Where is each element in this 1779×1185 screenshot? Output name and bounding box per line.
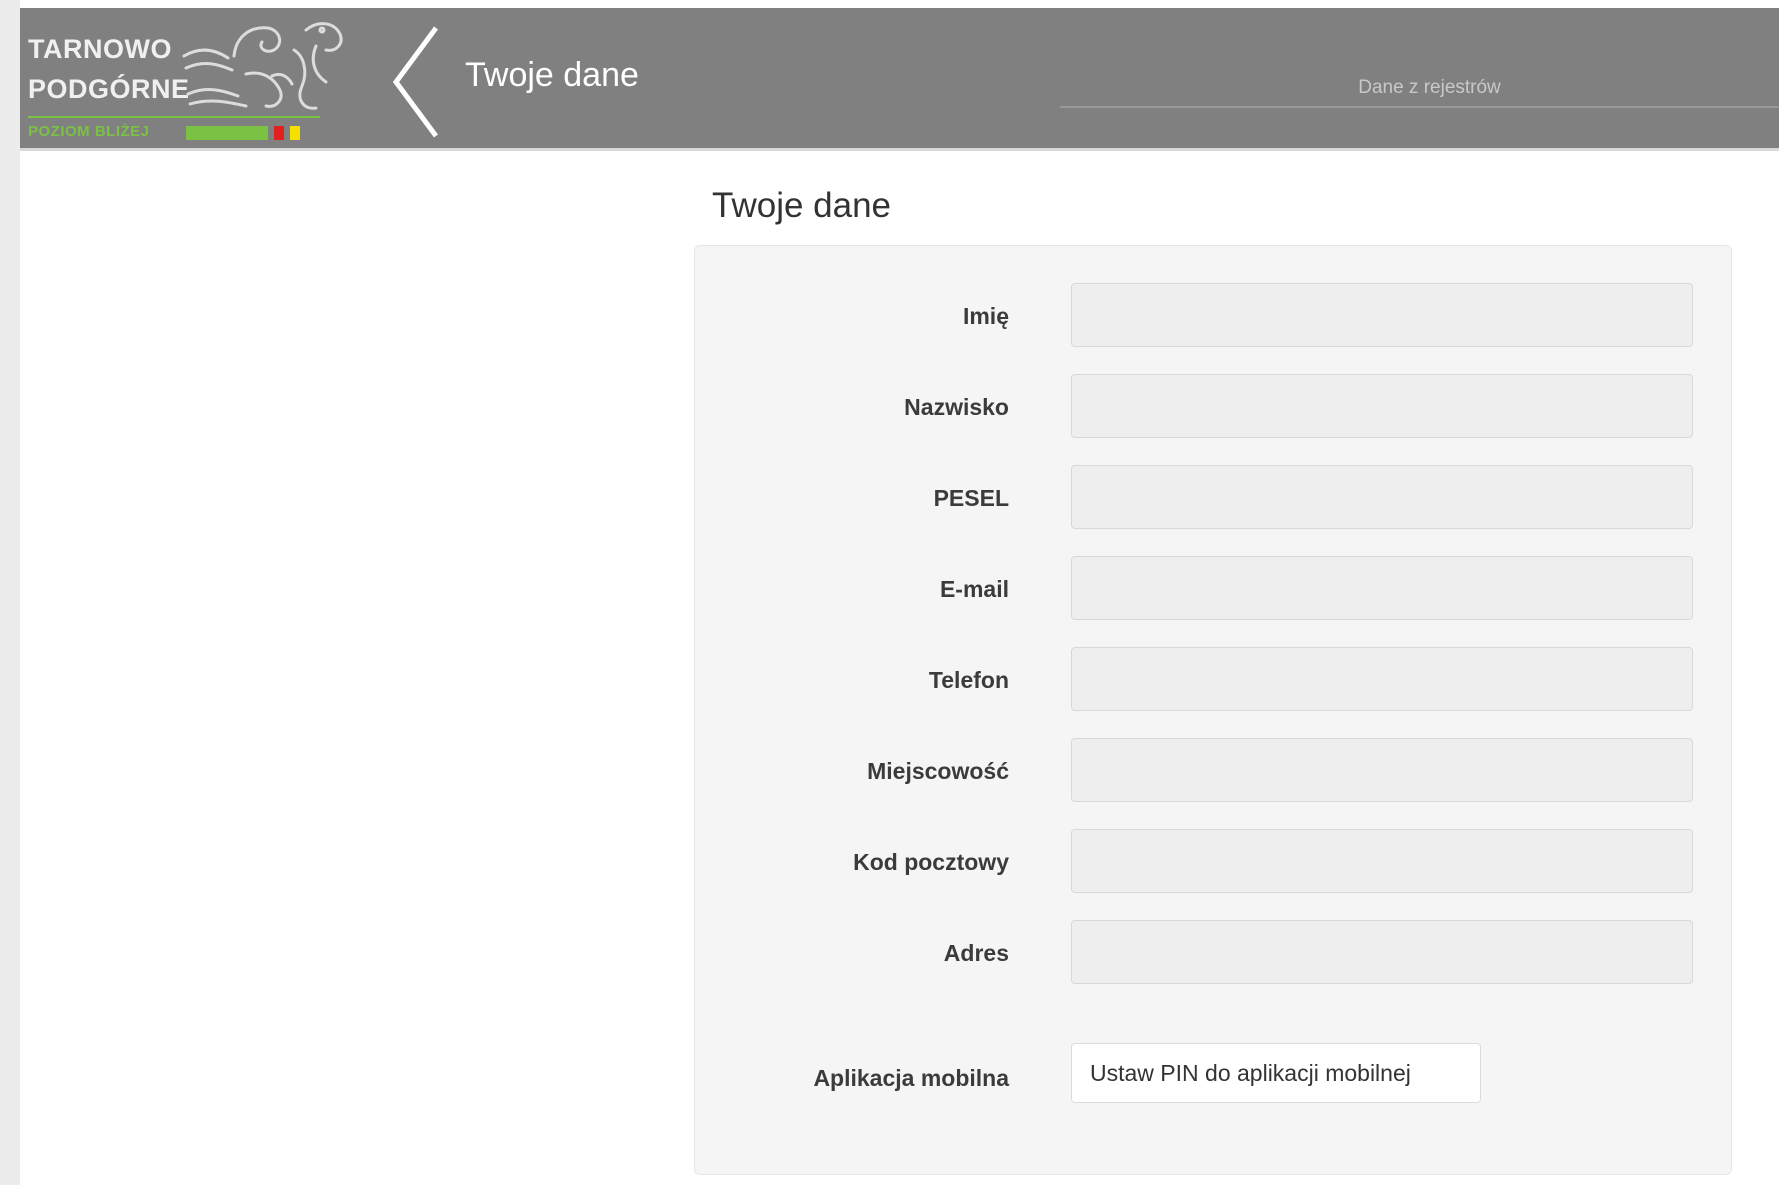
city-label: Miejscowość <box>867 758 1009 784</box>
pesel-field[interactable] <box>1071 465 1693 529</box>
last-name-label: Nazwisko <box>904 394 1009 420</box>
city-field[interactable] <box>1071 738 1693 802</box>
logo-bar-yellow <box>290 125 300 140</box>
logo-divider <box>28 116 320 118</box>
logo-text-line2: PODGÓRNE <box>28 74 190 104</box>
form-row-postal-code: Kod pocztowy <box>695 829 1731 895</box>
logo-color-bars <box>186 125 300 140</box>
header-title: Twoje dane <box>465 56 639 94</box>
address-label: Adres <box>943 940 1009 966</box>
phone-label: Telefon <box>928 667 1009 693</box>
email-field[interactable] <box>1071 556 1693 620</box>
set-mobile-pin-button[interactable]: Ustaw PIN do aplikacji mobilnej <box>1071 1043 1481 1103</box>
last-name-field[interactable] <box>1071 374 1693 438</box>
section-title: Twoje dane <box>712 186 892 225</box>
personal-data-form: Imię Nazwisko PESEL E-mail Telefon Miejs… <box>694 245 1732 1175</box>
form-row-first-name: Imię <box>695 283 1731 349</box>
first-name-label: Imię <box>962 303 1009 329</box>
tab-underline <box>1060 106 1779 108</box>
form-row-email: E-mail <box>695 556 1731 622</box>
logo-bar-green <box>186 125 268 140</box>
form-row-last-name: Nazwisko <box>695 374 1731 440</box>
form-row-pesel: PESEL <box>695 465 1731 531</box>
tab-registry-data[interactable]: Dane z rejestrów <box>1060 68 1779 108</box>
form-row-city: Miejscowość <box>695 738 1731 804</box>
email-label: E-mail <box>939 576 1009 602</box>
logo-tagline: POZIOM BLIŻEJ <box>28 123 150 140</box>
phone-field[interactable] <box>1071 647 1693 711</box>
address-field[interactable] <box>1071 920 1693 984</box>
tarnowo-podgorne-logo[interactable]: TARNOWO PODGÓRNE POZIOM BLIŻEJ <box>26 14 346 144</box>
lion-mascot-icon <box>182 22 343 110</box>
chevron-left-icon[interactable] <box>390 22 442 142</box>
first-name-field[interactable] <box>1071 283 1693 347</box>
pesel-label: PESEL <box>933 485 1009 511</box>
logo-text-line1: TARNOWO <box>28 34 172 64</box>
tab-registry-data-label: Dane z rejestrów <box>1358 77 1501 98</box>
postal-code-label: Kod pocztowy <box>853 849 1009 875</box>
mobile-app-label: Aplikacja mobilna <box>813 1065 1009 1091</box>
form-row-phone: Telefon <box>695 647 1731 713</box>
form-row-address: Adres <box>695 920 1731 986</box>
top-bar: TARNOWO PODGÓRNE POZIOM BLIŻEJ Twoje dan… <box>20 8 1779 151</box>
form-row-mobile-app: Aplikacja mobilna Ustaw PIN do aplikacji… <box>695 1043 1731 1109</box>
logo-bar-red <box>274 125 284 140</box>
postal-code-field[interactable] <box>1071 829 1693 893</box>
